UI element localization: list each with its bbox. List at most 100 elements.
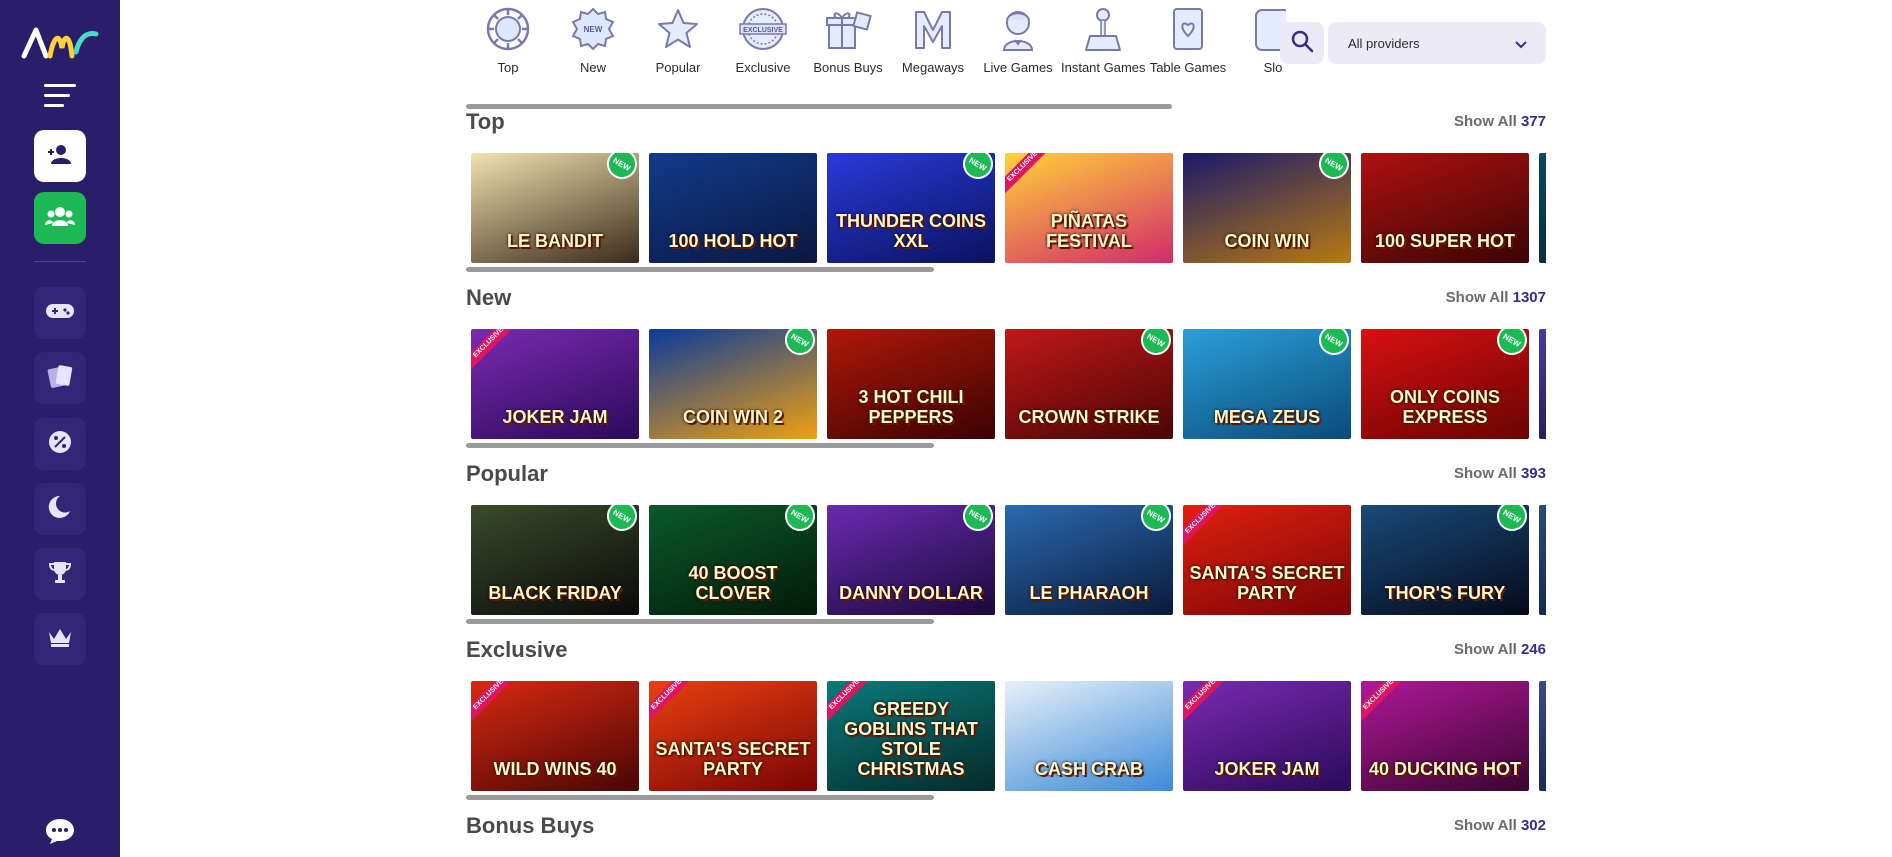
category-table-games[interactable]: Table Games [1146,6,1230,75]
game-tile[interactable]: Le Bandit NEW [471,153,639,263]
exclusive-ribbon-icon: EXCLUSIVE [1361,681,1412,728]
game-title: 3 Hot Chili Peppers [858,387,964,427]
brand-logo-icon[interactable] [20,22,100,62]
category-bonus-buys-label: Bonus Buys [813,60,883,75]
category-new[interactable]: NEW New [551,6,635,75]
game-tile[interactable]: 100 Hold Hot [649,153,817,263]
new-badge-icon: NEW [1491,329,1529,361]
show-all-link[interactable]: Show All 246 [1454,641,1546,658]
svg-text:NEW: NEW [584,25,603,34]
show-all-count: 246 [1520,641,1546,658]
show-all-link[interactable]: Show All 1307 [1446,289,1546,306]
game-tile[interactable]: Santa's Secret Party EXCLUSIVE [1183,505,1351,615]
category-top-label: Top [497,60,519,75]
category-instant-games[interactable]: Instant Games [1061,6,1146,75]
category-popular[interactable]: Popular [636,6,720,75]
row-scrollbar[interactable] [466,619,934,624]
new-badge-icon: NEW [601,153,639,185]
sidebar-cards-button[interactable] [34,352,86,404]
game-title: Coin Win 2 [682,407,783,427]
game-tile[interactable]: Le Pharaoh NEW [1005,505,1173,615]
category-slots[interactable]: Slo [1231,6,1286,75]
provider-filter-select[interactable]: All providers [1328,22,1546,64]
game-tile[interactable]: Crown Strike NEW [1005,329,1173,439]
game-tile[interactable]: Wild Wins 40 EXCLUSIVE [471,681,639,791]
row-scrollbar[interactable] [466,443,934,448]
category-top[interactable]: Top [466,6,550,75]
provider-filter-value: All providers [1348,35,1420,51]
show-all-label: Show All [1454,113,1517,130]
sidebar-register-button[interactable] [34,130,86,182]
game-title: Piñatas Festival [1046,211,1132,251]
gift-box-icon [806,6,890,52]
game-tile[interactable]: Joker Jam EXCLUSIVE [471,329,639,439]
game-tile[interactable]: Only Coins Express NEW [1361,329,1529,439]
category-megaways[interactable]: Megaways [891,6,975,75]
game-tile[interactable]: Greedy Goblins That Stole Christmas EXCLU… [827,681,995,791]
game-tile[interactable]: 3 Hot Chili Peppers [827,329,995,439]
category-exclusive[interactable]: EXCLUSIVE Exclusive [721,6,805,75]
new-badge-icon: NEW [551,6,635,52]
game-tile[interactable] [1539,505,1546,615]
show-all-link[interactable]: Show All 302 [1454,817,1546,834]
section-new: New Show All 1307 Joker Jam EXCLUSIVE Coin W… [466,285,1546,451]
category-exclusive-label: Exclusive [735,60,791,75]
game-tile[interactable] [1539,153,1546,263]
show-all-label: Show All [1454,817,1517,834]
row-scrollbar[interactable] [466,267,934,272]
category-bonus-buys[interactable]: Bonus Buys [806,6,890,75]
show-all-link[interactable]: Show All 393 [1454,465,1546,482]
section-top: Top Show All 377 Le Bandit NEW 100 Hold Hot T… [466,109,1546,275]
category-popular-label: Popular [655,60,701,75]
sidebar-vip-button[interactable] [34,613,86,665]
game-tile[interactable]: Joker Jam EXCLUSIVE [1183,681,1351,791]
game-tile[interactable]: Piñatas Festival EXCLUSIVE [1005,153,1173,263]
game-title: Coin Win [1224,231,1310,251]
game-title: Wild Wins 40 [493,759,617,779]
sidebar-refer-button[interactable] [34,192,86,244]
game-tile[interactable]: Danny Dollar NEW [827,505,995,615]
sidebar-promotions-button[interactable] [34,418,86,470]
game-tile[interactable]: Coin Win NEW [1183,153,1351,263]
category-live-games[interactable]: Live Games [976,6,1060,75]
game-tile[interactable] [1539,329,1546,439]
game-tile[interactable]: 100 Super Hot [1361,153,1529,263]
game-tile[interactable]: Santa's Secret Party EXCLUSIVE [649,681,817,791]
category-instant-games-label: Instant Games [1061,60,1146,75]
game-tile[interactable]: Mega Zeus NEW [1183,329,1351,439]
game-tile[interactable]: Cash Crab [1005,681,1173,791]
category-nav: Top NEW New Popular EXCLUSIVE Exclusive … [466,0,1286,104]
game-tile[interactable] [1539,681,1546,791]
game-row: Joker Jam EXCLUSIVE Coin Win 2 NEW 3 Hot Chi… [471,329,1546,441]
game-title: Danny Dollar [839,583,983,603]
casino-lobby: Top NEW New Popular EXCLUSIVE Exclusive … [0,0,1892,857]
game-title: Le Bandit [507,231,603,251]
section-bonus-buys: Bonus Buys Show All 302 [466,813,1546,857]
chat-bubble-icon[interactable] [40,814,80,848]
game-tile[interactable]: 40 Ducking Hot EXCLUSIVE [1361,681,1529,791]
moon-icon [46,493,74,525]
game-tile[interactable]: Thor's Fury NEW [1361,505,1529,615]
sidebar-tournaments-button[interactable] [34,548,86,600]
new-badge-icon: NEW [779,329,817,361]
sidebar-games-button[interactable] [34,287,86,339]
game-tile[interactable]: Thunder Coins XXL NEW [827,153,995,263]
search-button[interactable] [1280,22,1324,64]
game-title: Mega Zeus [1213,407,1321,427]
new-badge-icon: NEW [957,153,995,185]
game-tile[interactable]: Coin Win 2 NEW [649,329,817,439]
game-tile[interactable]: Black Friday NEW [471,505,639,615]
category-slots-label: Slo [1263,60,1283,75]
row-scrollbar[interactable] [466,795,934,800]
exclusive-seal-icon: EXCLUSIVE [721,6,805,52]
new-badge-icon: NEW [779,505,817,537]
sidebar-theme-button[interactable] [34,483,86,535]
show-all-link[interactable]: Show All 377 [1454,113,1546,130]
hamburger-menu-icon[interactable] [44,84,76,108]
game-tile[interactable]: 40 Boost Clover NEW [649,505,817,615]
game-title: 40 Ducking Hot [1368,759,1521,779]
game-title: Santa's Secret Party [655,739,811,779]
category-table-games-label: Table Games [1149,60,1227,75]
exclusive-ribbon-icon: EXCLUSIVE [1005,153,1056,200]
megaways-m-icon [891,6,975,52]
